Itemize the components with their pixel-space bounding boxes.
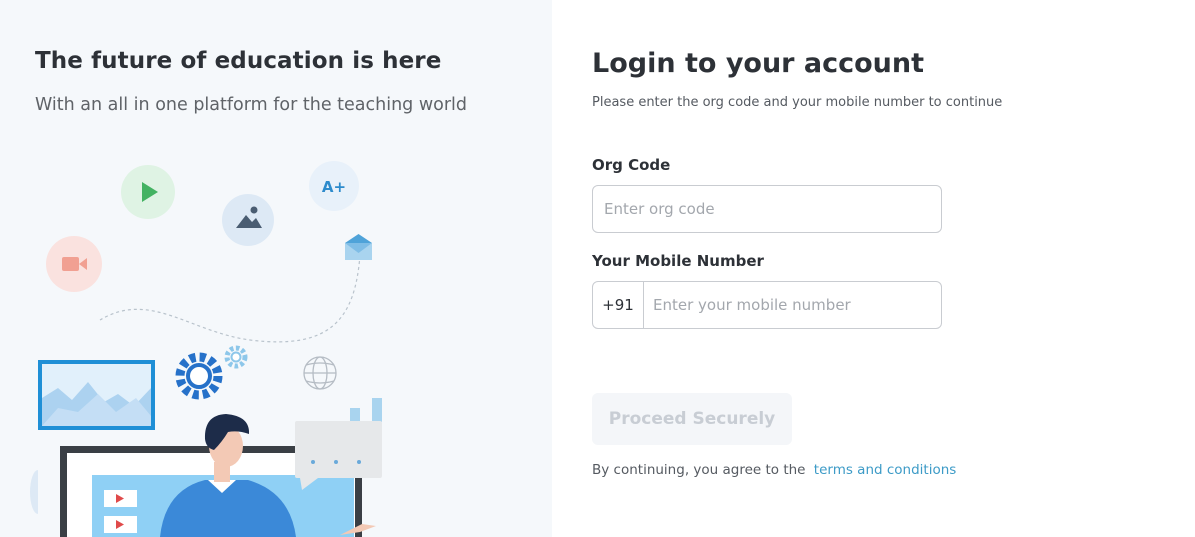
login-subtitle: Please enter the org code and your mobil… [592, 95, 1003, 110]
terms-link[interactable]: terms and conditions [814, 462, 957, 478]
video-camera-icon [46, 236, 102, 292]
globe-icon [303, 356, 337, 390]
org-code-input[interactable] [592, 185, 942, 233]
dashed-path [99, 254, 361, 343]
terms-prefix: By continuing, you agree to the [592, 462, 806, 478]
hero-panel: The future of education is here With an … [0, 0, 552, 537]
gear-icon [175, 345, 248, 400]
country-code: +91 [593, 282, 644, 328]
bar-stats-icon [350, 398, 382, 422]
education-illustration: A+ [30, 161, 382, 537]
play-icon [121, 165, 175, 219]
mobile-number-input[interactable] [644, 282, 941, 328]
proceed-securely-button[interactable]: Proceed Securely [592, 393, 792, 445]
image-icon [222, 194, 274, 246]
mail-icon [345, 234, 372, 260]
chart-icon [38, 360, 155, 430]
org-code-label: Org Code [592, 156, 671, 174]
login-panel: Login to your account Please enter the o… [552, 0, 1195, 537]
login-title: Login to your account [592, 48, 925, 79]
decorative-shape [30, 470, 38, 514]
mobile-number-label: Your Mobile Number [592, 252, 764, 270]
hero-title: The future of education is here [35, 48, 442, 74]
grade-badge-text: A+ [322, 178, 346, 196]
mobile-number-field: +91 [592, 281, 942, 329]
terms-notice: By continuing, you agree to the terms an… [592, 462, 956, 478]
hero-subtitle: With an all in one platform for the teac… [35, 95, 468, 115]
grade-icon: A+ [309, 161, 359, 211]
